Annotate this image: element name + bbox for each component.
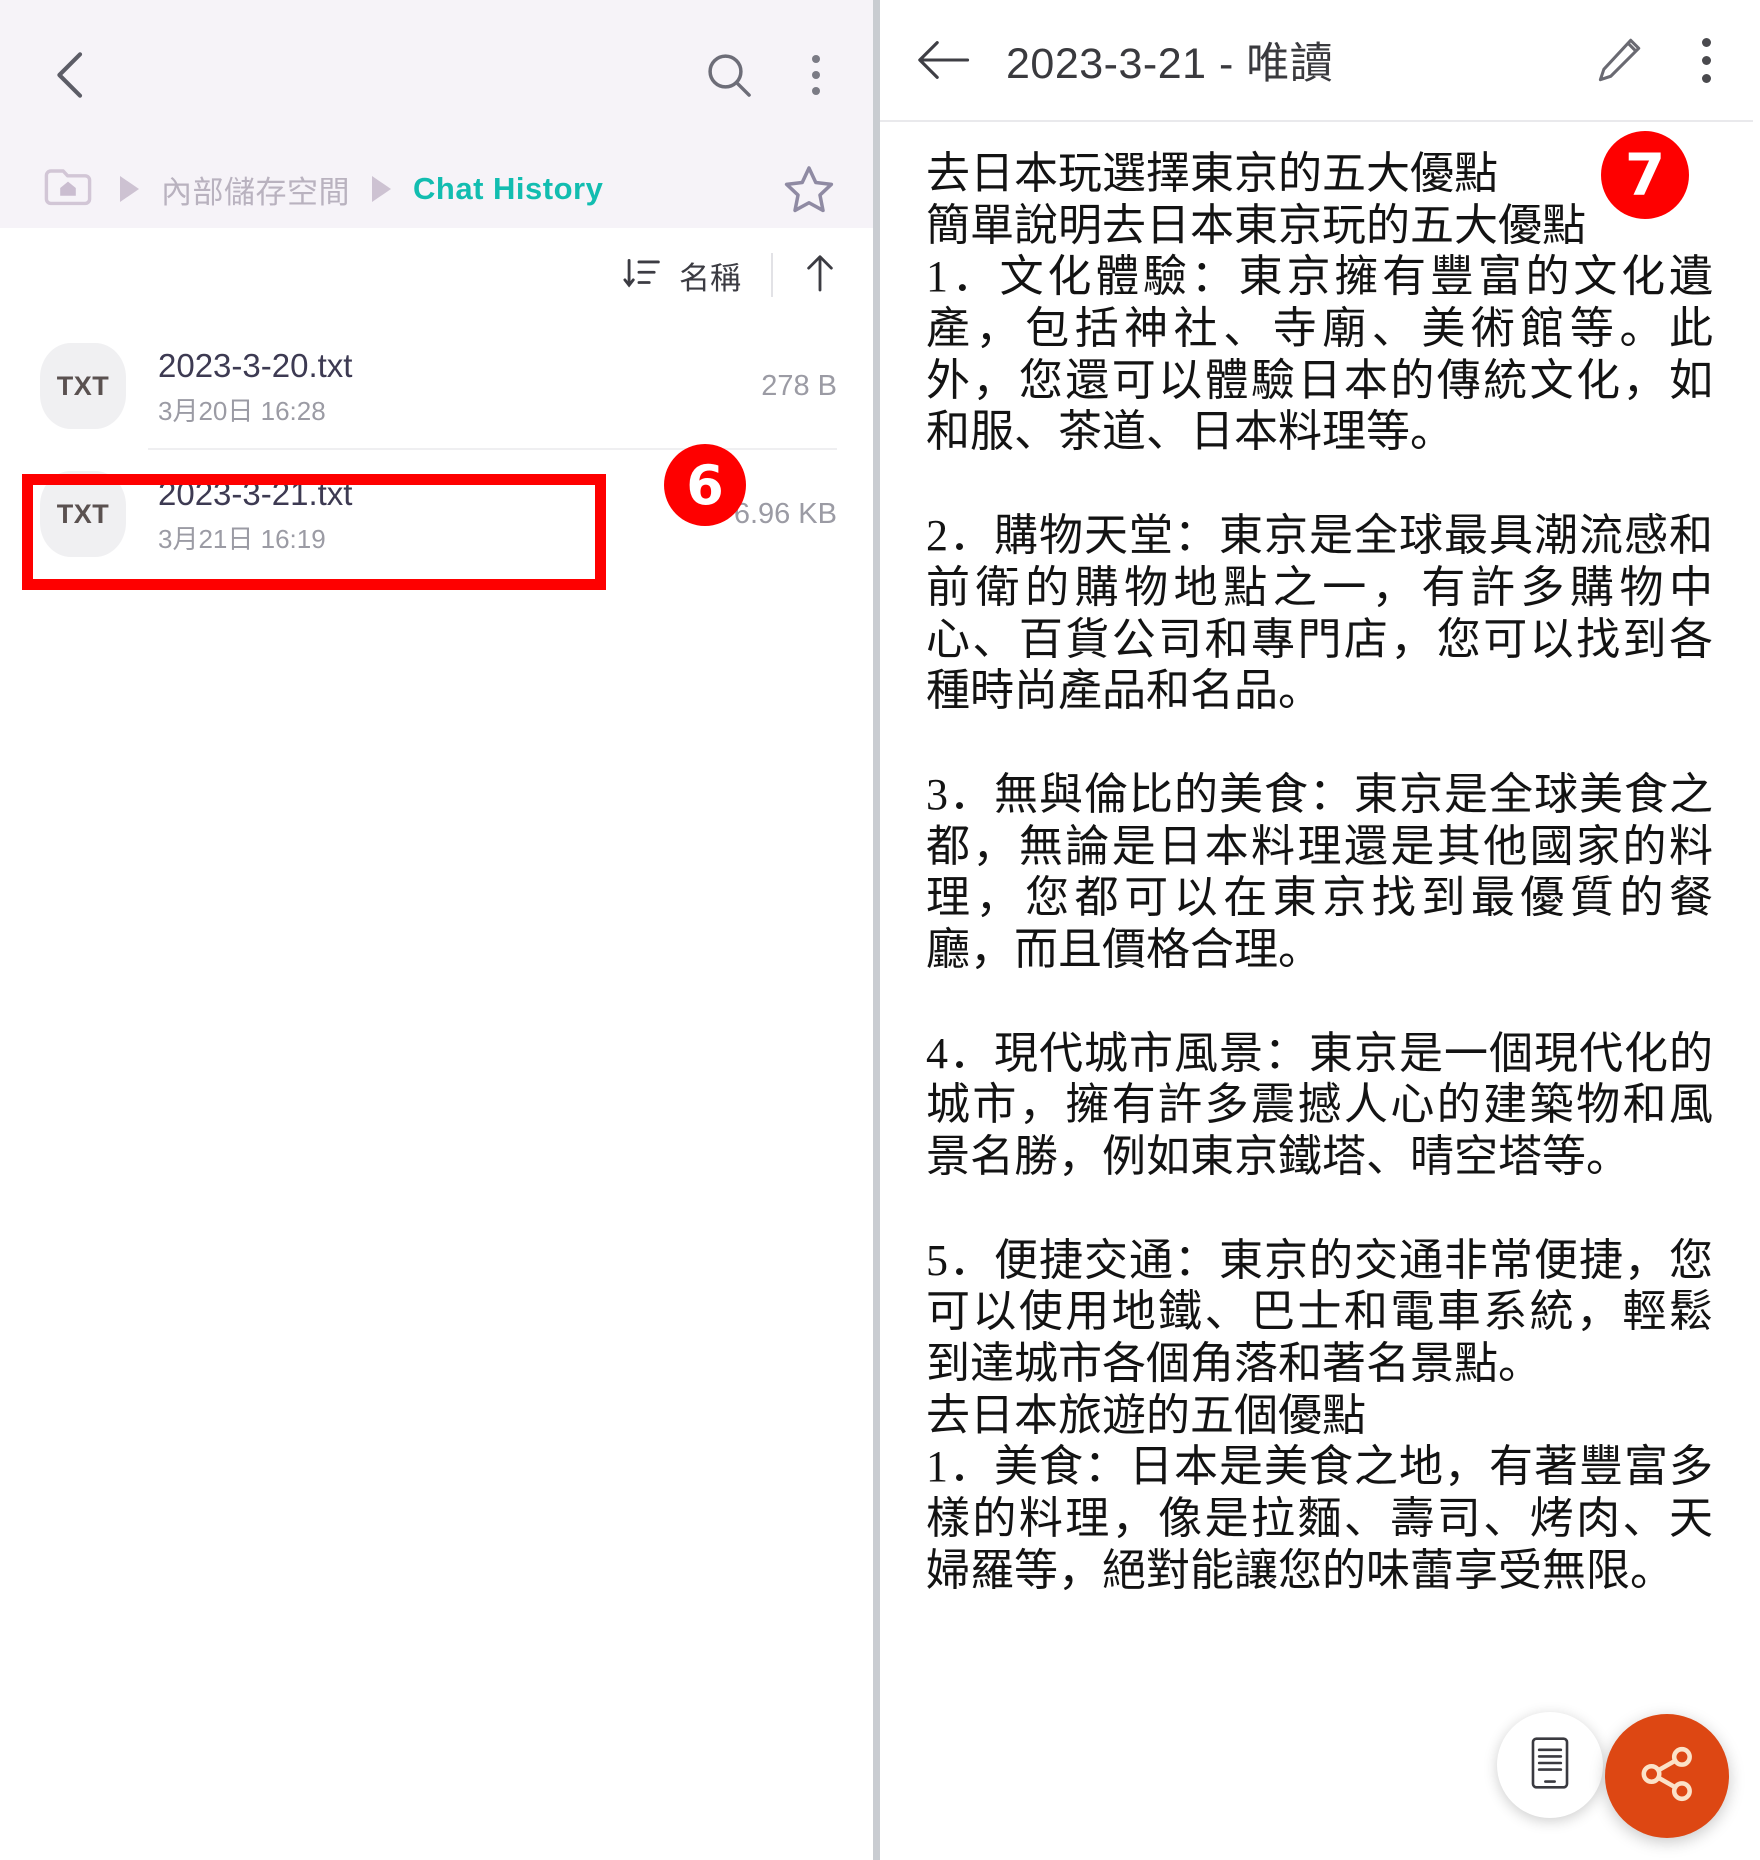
- arrow-left-icon[interactable]: [914, 35, 972, 85]
- annotation-badge-6: 6: [664, 444, 746, 526]
- document-paragraph: 去日本旅遊的五個優點: [926, 1390, 1366, 1440]
- sort-icon[interactable]: [623, 255, 679, 296]
- arrow-up-icon[interactable]: [803, 251, 837, 300]
- document-paragraph: 去日本玩選擇東京的五大優點: [926, 149, 1498, 198]
- file-name: 2023-3-20.txt: [158, 346, 353, 384]
- file-manager-toolbar: [0, 0, 873, 150]
- breadcrumb-item-storage[interactable]: 內部儲存空間: [161, 167, 350, 212]
- file-info: 2023-3-20.txt 3月20日 16:28: [158, 345, 743, 427]
- text-viewer-actions: [1593, 31, 1729, 89]
- document-paragraph: 4．現代城市風景：東京是一個現代化的城市，擁有許多震撼人心的建築物和風景名勝，例…: [926, 1028, 1713, 1181]
- file-manager-toolbar-actions: [701, 47, 839, 103]
- table-row[interactable]: TXT 2023-3-20.txt 3月20日 16:28 278 B: [0, 322, 873, 450]
- document-paragraph: 1．美食：日本是美食之地，有著豐富多樣的料理，像是拉麵、壽司、烤肉、天婦羅等，絕…: [926, 1442, 1713, 1595]
- kebab-menu-icon[interactable]: [1683, 31, 1729, 89]
- document-paragraph: 3．無與倫比的美食：東京是全球美食之都，無論是日本料理還是其他國家的料理，您都可…: [926, 769, 1713, 974]
- breadcrumb: 內部儲存空間 Chat History: [0, 150, 873, 228]
- reading-mode-button[interactable]: [1497, 1712, 1603, 1818]
- text-viewer-panel: 2023-3-21 - 唯讀 去日本玩選擇東京的五大優點 簡單說明去日本東京玩的…: [880, 0, 1753, 1860]
- sort-field-label[interactable]: 名稱: [679, 253, 741, 298]
- text-viewer-header: 2023-3-21 - 唯讀: [880, 0, 1753, 122]
- file-info: 2023-3-21.txt 3月21日 16:19: [158, 473, 716, 555]
- breadcrumb-separator-icon: [372, 176, 391, 202]
- txt-file-icon: TXT: [40, 471, 126, 557]
- share-button[interactable]: [1605, 1714, 1729, 1838]
- app-screen: 內部儲存空間 Chat History 名稱 TXT 2023-3-20.txt…: [0, 0, 1760, 1860]
- file-size: 278 B: [761, 369, 837, 402]
- kebab-menu-icon[interactable]: [793, 47, 839, 103]
- back-chevron-icon[interactable]: [40, 44, 102, 106]
- share-icon: [1635, 1742, 1699, 1811]
- sort-divider: [771, 253, 773, 297]
- pencil-icon[interactable]: [1593, 34, 1645, 86]
- annotation-badge-7: 7: [1601, 131, 1689, 219]
- page-title: 2023-3-21 - 唯讀: [1006, 40, 1334, 88]
- document-paragraph: 5．便捷交通：東京的交通非常便捷，您可以使用地鐵、巴士和電車系統，輕鬆到達城市各…: [926, 1235, 1713, 1389]
- file-modified-date: 3月20日 16:28: [158, 396, 326, 427]
- breadcrumb-separator-icon: [120, 176, 139, 202]
- sort-bar: 名稱: [0, 228, 873, 322]
- search-icon[interactable]: [701, 47, 757, 103]
- reading-mode-icon: [1524, 1734, 1576, 1797]
- file-list: TXT 2023-3-20.txt 3月20日 16:28 278 B TXT …: [0, 322, 873, 578]
- file-name: 2023-3-21.txt: [158, 474, 353, 512]
- file-size: 6.96 KB: [733, 497, 837, 530]
- file-modified-date: 3月21日 16:19: [158, 524, 326, 555]
- file-manager-header: 內部儲存空間 Chat History: [0, 0, 873, 228]
- breadcrumb-item-current[interactable]: Chat History: [413, 171, 603, 207]
- document-paragraph: 2．購物天堂：東京是全球最具潮流感和前衛的購物地點之一，有許多購物中心、百貨公司…: [926, 511, 1713, 716]
- file-manager-panel: 內部儲存空間 Chat History 名稱 TXT 2023-3-20.txt…: [0, 0, 880, 1860]
- txt-file-icon: TXT: [40, 343, 126, 429]
- document-paragraph: 1．文化體驗：東京擁有豐富的文化遺產，包括神社、寺廟、美術館等。此外，您還可以體…: [926, 252, 1713, 457]
- home-folder-icon[interactable]: [42, 163, 98, 216]
- document-content[interactable]: 去日本玩選擇東京的五大優點 簡單說明去日本東京玩的五大優點 1．文化體驗：東京擁…: [880, 124, 1753, 1860]
- document-paragraph: 簡單說明去日本東京玩的五大優點: [926, 200, 1586, 250]
